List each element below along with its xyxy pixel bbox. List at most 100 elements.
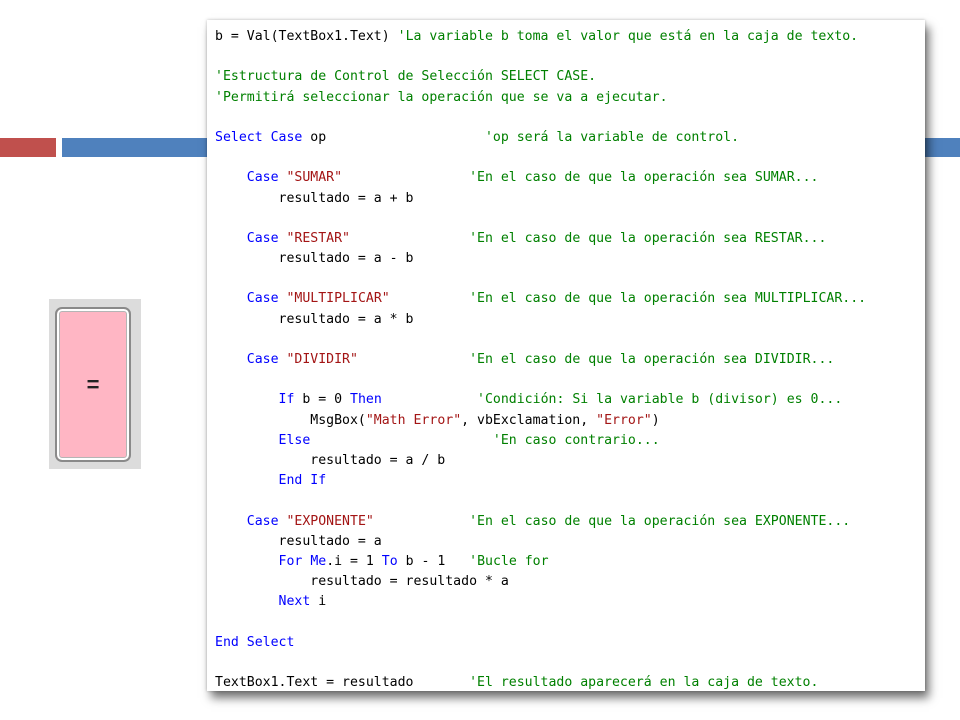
code-line: For Me.i = 1 To b - 1 'Bucle for xyxy=(215,552,866,572)
code-text: resultado = a * b xyxy=(215,311,414,327)
code-keyword: Case xyxy=(246,291,279,307)
code-line: TextBox1.Text = resultado 'El resultado … xyxy=(215,673,866,691)
code-line: b = Val(TextBox1.Text) 'La variable b to… xyxy=(215,27,866,47)
code-line: 'Estructura de Control de Selección SELE… xyxy=(215,67,866,87)
code-comment: 'Permitirá seleccionar la operación que … xyxy=(215,89,668,105)
code-line: Case "DIVIDIR" 'En el caso de que la ope… xyxy=(215,350,866,370)
code-text: b = Val(TextBox1.Text) xyxy=(215,29,398,44)
code-comment: 'Estructura de Control de Selección SELE… xyxy=(215,69,597,85)
code-comment: 'En el caso de que la operación sea DIVI… xyxy=(469,352,835,367)
code-line: Case "EXPONENTE" 'En el caso de que la o… xyxy=(215,512,866,532)
code-text: , vbExclamation, xyxy=(461,412,597,428)
code-keyword: To xyxy=(381,553,398,569)
code-text: resultado = resultado * a xyxy=(215,574,509,590)
code-line: Case "MULTIPLICAR" 'En el caso de que la… xyxy=(215,289,866,309)
code-string: "Error" xyxy=(596,412,652,428)
code-text: b - 1 xyxy=(397,553,470,569)
equals-button-frame: = xyxy=(49,299,141,469)
code-text: op xyxy=(302,129,485,145)
code-line: Select Case op 'op será la variable de c… xyxy=(215,128,866,148)
code-keyword: For xyxy=(278,553,303,569)
code-keyword: Case xyxy=(246,513,279,529)
code-comment: 'En caso contrario... xyxy=(492,432,660,448)
code-comment: 'En el caso de que la operación sea REST… xyxy=(469,230,827,246)
code-line: 'Permitirá seleccionar la operación que … xyxy=(215,88,866,108)
code-line: resultado = resultado * a xyxy=(215,572,866,592)
code-keyword: Case xyxy=(246,170,279,186)
code-text: MsgBox( xyxy=(215,412,366,428)
code-keyword: Select Case xyxy=(215,129,303,145)
code-line: Next i xyxy=(215,592,866,612)
equals-button[interactable]: = xyxy=(55,307,131,462)
code-keyword: Case xyxy=(246,352,279,367)
code-comment: 'Condición: Si la variable b (divisor) e… xyxy=(477,392,843,408)
code-keyword: End If xyxy=(278,473,327,489)
code-text: resultado = a xyxy=(215,533,382,549)
code-line: resultado = a * b xyxy=(215,310,866,330)
code-line: resultado = a xyxy=(215,532,866,552)
code-line: End If xyxy=(215,471,866,491)
code-line: End Select xyxy=(215,633,866,653)
code-keyword: Then xyxy=(350,392,382,408)
code-text: TextBox1.Text = resultado xyxy=(215,675,470,690)
code-string: "MULTIPLICAR" xyxy=(286,291,390,307)
code-keyword: Case xyxy=(246,230,279,246)
code-keyword: Next xyxy=(278,594,311,610)
code-comment: 'En el caso de que la operación sea MULT… xyxy=(469,291,867,307)
code-string: "DIVIDIR" xyxy=(286,352,358,367)
code-string: "Math Error" xyxy=(365,412,462,428)
code-text: .i = 1 xyxy=(326,553,382,569)
code-text: ) xyxy=(651,412,660,428)
code-comment: 'op será la variable de control. xyxy=(484,129,740,145)
code-comment: 'Bucle for xyxy=(469,553,549,569)
code-string: "RESTAR" xyxy=(286,230,351,246)
code-line: resultado = a - b xyxy=(215,249,866,269)
code-comment: 'En el caso de que la operación sea EXPO… xyxy=(469,513,851,529)
code-keyword: If xyxy=(278,392,295,408)
code-line: If b = 0 Then 'Condición: Si la variable… xyxy=(215,390,866,410)
code-text: resultado = a / b xyxy=(215,452,446,468)
code-line: MsgBox("Math Error", vbExclamation, "Err… xyxy=(215,411,866,431)
code-string: "SUMAR" xyxy=(286,170,343,186)
code-editor-panel: b = Val(TextBox1.Text) 'La variable b to… xyxy=(207,20,925,691)
code-text: resultado = a - b xyxy=(215,251,414,267)
code-comment: 'La variable b toma el valor que está en… xyxy=(397,29,859,44)
code-line: Else 'En caso contrario... xyxy=(215,431,866,451)
code-text: b = 0 xyxy=(294,392,350,408)
code-line: resultado = a / b xyxy=(215,451,866,471)
accent-bar-red xyxy=(0,138,56,157)
code-comment: 'En el caso de que la operación sea SUMA… xyxy=(469,170,819,186)
code-line: Case "SUMAR" 'En el caso de que la opera… xyxy=(215,168,866,188)
code-keyword: Me xyxy=(310,553,327,569)
code-comment: 'El resultado aparecerá en la caja de te… xyxy=(469,675,819,690)
code-string: "EXPONENTE" xyxy=(286,513,374,529)
code-line: Case "RESTAR" 'En el caso de que la oper… xyxy=(215,229,866,249)
code-text: resultado = a + b xyxy=(215,190,414,206)
code-keyword: Else xyxy=(278,432,311,448)
code-line: resultado = a + b xyxy=(215,189,866,209)
